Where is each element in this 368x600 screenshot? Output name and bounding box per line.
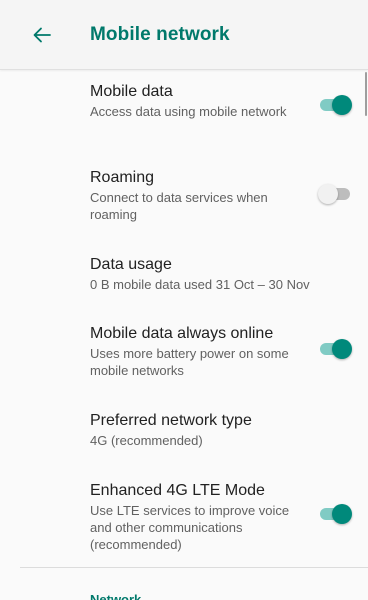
roaming-toggle[interactable]	[318, 182, 354, 206]
toggle-thumb	[332, 95, 352, 115]
setting-title: Mobile data always online	[90, 325, 274, 342]
setting-subtitle: Access data using mobile network	[90, 104, 287, 119]
back-button[interactable]	[28, 21, 56, 49]
toggle-thumb	[332, 339, 352, 359]
setting-enhanced-lte[interactable]: Enhanced 4G LTE Mode Use LTE services to…	[0, 473, 368, 566]
page-title: Mobile network	[90, 24, 230, 45]
setting-data-usage[interactable]: Data usage 0 B mobile data used 31 Oct –…	[0, 244, 368, 315]
section-divider	[20, 567, 368, 568]
toggle-thumb	[318, 184, 338, 204]
setting-subtitle: Connect to data services when roaming	[90, 190, 268, 222]
setting-roaming[interactable]: Roaming Connect to data services when ro…	[0, 157, 368, 244]
setting-subtitle: 4G (recommended)	[90, 433, 203, 448]
setting-subtitle: 0 B mobile data used 31 Oct – 30 Nov	[90, 277, 310, 292]
app-bar: Mobile network	[0, 0, 368, 70]
toggle-thumb	[332, 504, 352, 524]
setting-title: Data usage	[90, 256, 172, 273]
setting-title: Roaming	[90, 169, 155, 186]
setting-always-online[interactable]: Mobile data always online Uses more batt…	[0, 315, 368, 401]
arrow-back-icon	[33, 27, 51, 43]
setting-title: Mobile data	[90, 83, 173, 100]
setting-preferred-network[interactable]: Preferred network type 4G (recommended)	[0, 401, 368, 473]
section-header: Network	[90, 592, 142, 600]
setting-title: Enhanced 4G LTE Mode	[90, 482, 265, 499]
mobile-data-toggle[interactable]	[318, 93, 354, 117]
setting-mobile-data[interactable]: Mobile data Access data using mobile net…	[0, 71, 368, 157]
setting-subtitle: Uses more battery power on some mobile n…	[90, 346, 289, 378]
enhanced-lte-toggle[interactable]	[318, 502, 354, 526]
always-online-toggle[interactable]	[318, 337, 354, 361]
setting-title: Preferred network type	[90, 412, 252, 429]
setting-subtitle: Use LTE services to improve voice and ot…	[90, 503, 290, 552]
